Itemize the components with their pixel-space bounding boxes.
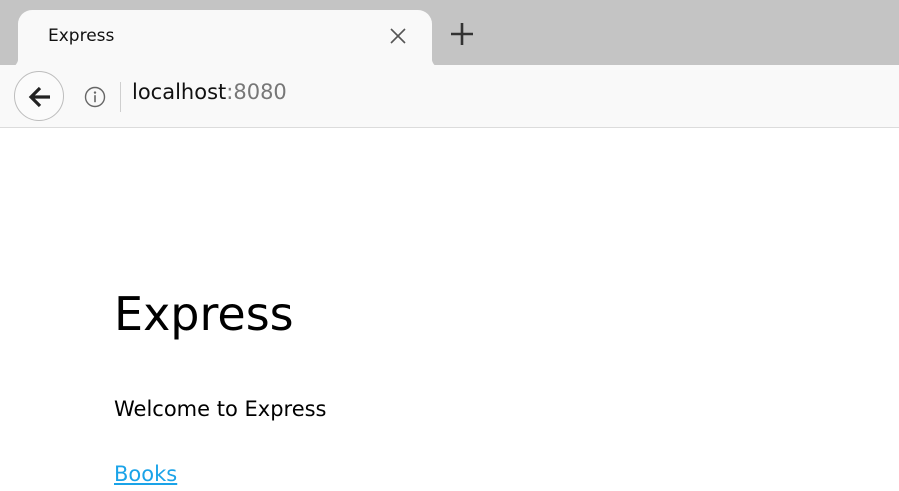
url-divider (120, 82, 121, 112)
navigation-bar: localhost:8080 (0, 65, 899, 128)
back-button[interactable] (14, 71, 64, 121)
info-icon[interactable] (84, 86, 106, 108)
url-host: localhost (132, 80, 227, 104)
welcome-text: Welcome to Express (114, 397, 327, 421)
page-title: Express (114, 287, 294, 341)
tab-express[interactable]: Express (8, 10, 442, 68)
back-arrow-icon (28, 86, 50, 108)
books-link[interactable]: Books (114, 462, 177, 486)
url-port: :8080 (226, 80, 287, 104)
tab-title: Express (48, 26, 115, 46)
browser-window: Express localhost:8080 Express Welcome t… (0, 0, 899, 491)
tab-strip: Express (0, 0, 899, 68)
url-field[interactable]: localhost:8080 (132, 80, 287, 104)
new-tab-plus-icon[interactable] (448, 20, 476, 48)
close-icon[interactable] (386, 24, 410, 48)
